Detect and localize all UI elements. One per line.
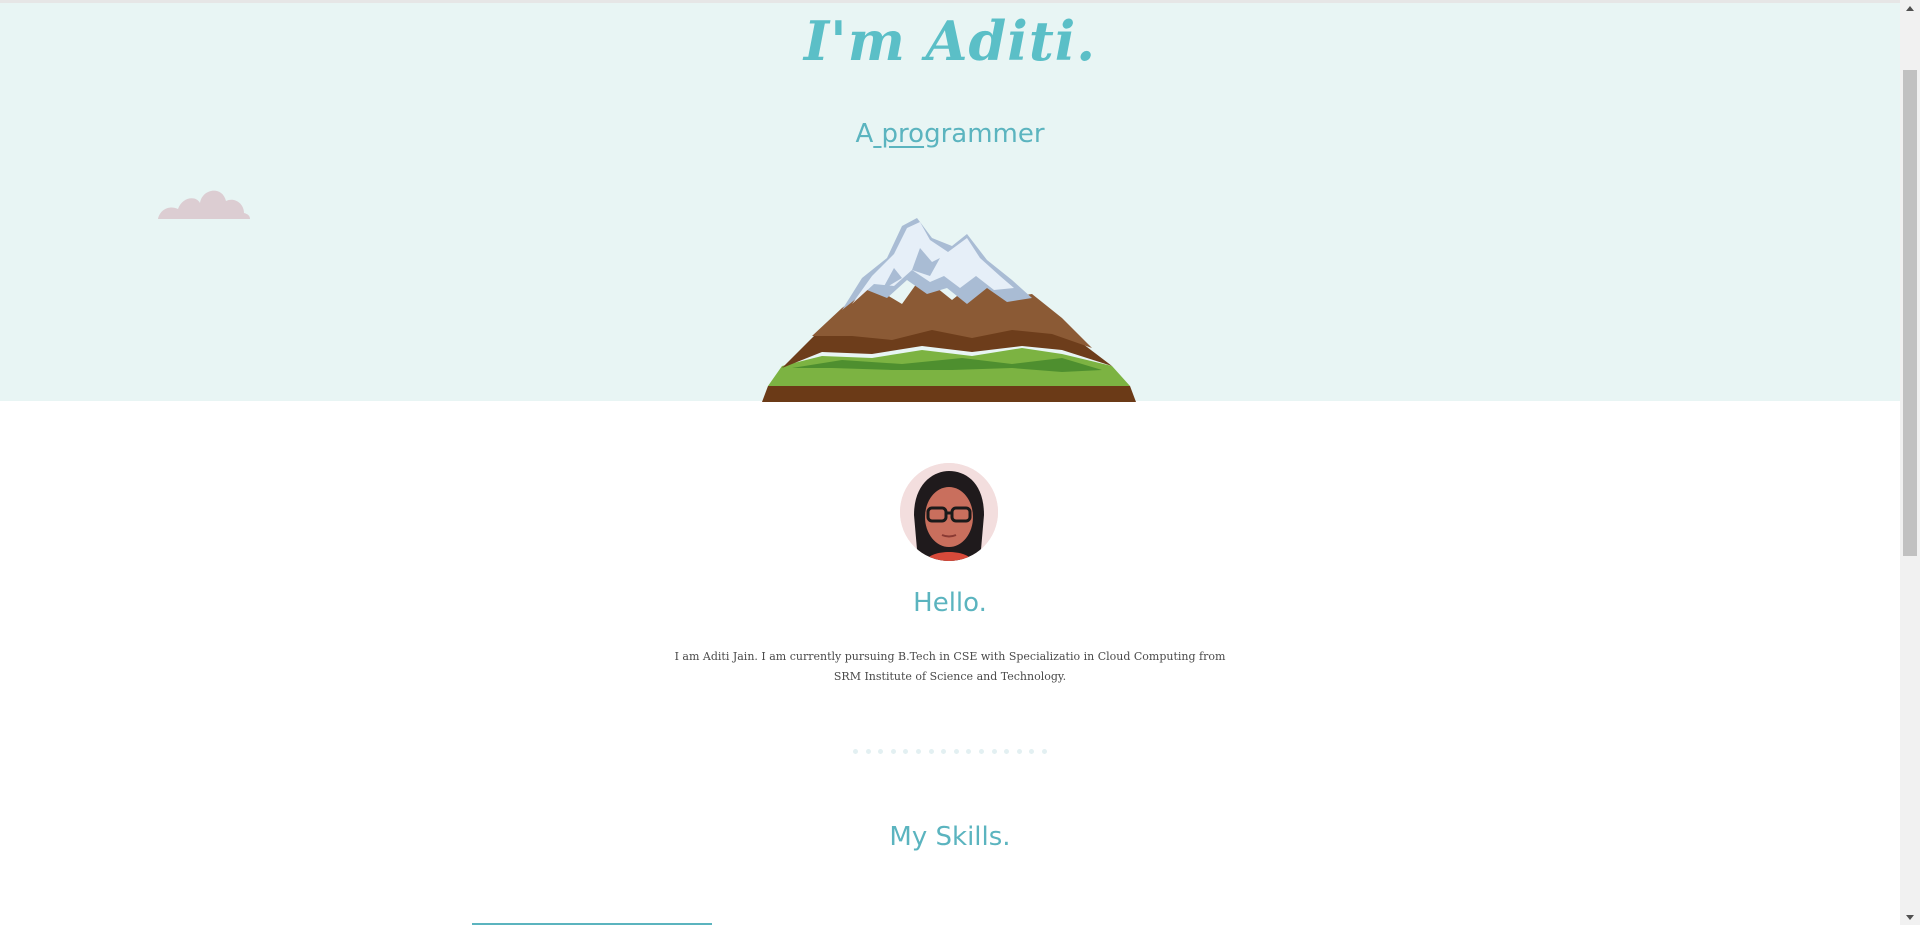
scrollbar[interactable] xyxy=(1900,0,1920,925)
section-divider xyxy=(853,749,1047,757)
cloud-icon xyxy=(158,190,250,219)
arrow-down-icon xyxy=(1906,914,1914,920)
about-heading: Hello. xyxy=(913,588,987,618)
subtitle-typed: pro xyxy=(873,119,925,149)
arrow-up-icon xyxy=(1906,5,1914,11)
profile-photo xyxy=(900,463,998,561)
hero-section: I'm Aditi. A programmer xyxy=(0,3,1900,402)
scroll-up-button[interactable] xyxy=(1900,0,1920,16)
hero-subtitle: A programmer xyxy=(0,119,1900,149)
skills-heading: My Skills. xyxy=(889,822,1011,852)
mountain-illustration xyxy=(762,218,1136,402)
hero-title: I'm Aditi. xyxy=(803,9,1097,73)
subtitle-rest: grammer xyxy=(924,119,1045,149)
scroll-down-button[interactable] xyxy=(1900,909,1920,925)
subtitle-prefix: A xyxy=(855,119,874,149)
scroll-thumb[interactable] xyxy=(1903,70,1917,556)
about-bio: I am Aditi Jain. I am currently pursuing… xyxy=(674,650,1226,683)
